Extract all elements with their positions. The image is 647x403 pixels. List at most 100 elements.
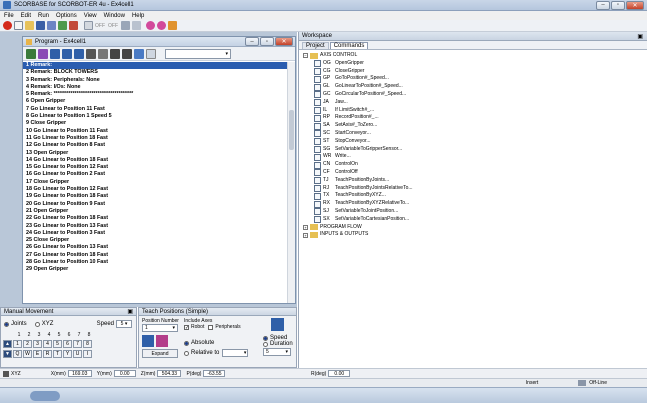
speed-select[interactable]: 5 ▾ bbox=[116, 320, 132, 328]
circular-move-icon[interactable] bbox=[74, 48, 84, 59]
step-icon[interactable] bbox=[121, 21, 130, 30]
command-item[interactable]: ST StopConveyor... bbox=[314, 138, 643, 146]
relative-radio[interactable] bbox=[184, 350, 189, 356]
program-line[interactable]: 10 Go Linear to Position 11 Fast bbox=[23, 128, 287, 135]
command-item[interactable]: CN ControlOn bbox=[314, 161, 643, 169]
maximize-button[interactable]: ▫ bbox=[611, 0, 625, 10]
program-line[interactable]: 23 Go Linear to Position 13 Fast bbox=[23, 223, 287, 230]
xyz-radio[interactable] bbox=[34, 321, 40, 327]
command-item[interactable]: OG OpenGripper bbox=[314, 60, 643, 68]
linear-move-icon[interactable] bbox=[50, 48, 60, 59]
jog-key-plus[interactable]: 6 bbox=[63, 339, 72, 348]
tree-root-axis-control[interactable]: − AXIS CONTROL bbox=[303, 52, 643, 60]
program-line[interactable]: 28 Go Linear to Position 10 Fast bbox=[23, 259, 287, 266]
jog-key-minus[interactable]: Q bbox=[13, 349, 22, 358]
jog-key-plus[interactable]: 1 bbox=[13, 339, 22, 348]
program-line[interactable]: 26 Go Linear to Position 13 Fast bbox=[23, 244, 287, 251]
variable-icon[interactable] bbox=[98, 48, 108, 59]
joint-move-icon[interactable] bbox=[62, 48, 72, 59]
program-line[interactable]: 16 Go Linear to Position 2 Fast bbox=[23, 171, 287, 178]
joints-radio[interactable] bbox=[4, 321, 9, 327]
expand-icon[interactable]: + bbox=[303, 232, 308, 238]
jog-key-minus[interactable]: T bbox=[53, 349, 62, 358]
record-position-icon[interactable] bbox=[142, 335, 154, 347]
program-line[interactable]: 19 Go Linear to Position 18 Fast bbox=[23, 193, 287, 200]
delete-position-icon[interactable] bbox=[156, 335, 168, 347]
robot-icon[interactable] bbox=[26, 48, 36, 59]
program-line[interactable]: 8 Go Linear to Position 1 Speed 5 bbox=[23, 113, 287, 120]
program-command-dropdown[interactable]: ▾ bbox=[165, 48, 231, 59]
command-item[interactable]: SA SetAxis#_ToZero... bbox=[314, 122, 643, 130]
off-toggle-2[interactable]: OFF bbox=[108, 23, 118, 29]
command-item[interactable]: TJ TeachPositionByJoints... bbox=[314, 177, 643, 185]
menu-item-options[interactable]: Options bbox=[56, 13, 77, 19]
jog-minus-icon[interactable]: ▼ bbox=[3, 349, 12, 358]
program-line[interactable]: 2 Remark: BLOCK TOWERS bbox=[23, 69, 287, 76]
jog-key-plus[interactable]: 7 bbox=[73, 339, 82, 348]
menu-item-file[interactable]: File bbox=[4, 13, 14, 19]
command-item[interactable]: SJ SetVariableToJointPosition... bbox=[314, 208, 643, 216]
save-icon[interactable] bbox=[36, 21, 45, 30]
jog-key-minus[interactable]: R bbox=[43, 349, 52, 358]
subroutine-icon[interactable] bbox=[146, 48, 156, 59]
workspace-pin-icon[interactable]: ▣ bbox=[637, 33, 643, 40]
relative-select[interactable]: ▾ bbox=[222, 349, 249, 357]
command-item[interactable]: CG CloseGripper bbox=[314, 68, 643, 76]
robot-checkbox[interactable]: ✓ bbox=[184, 324, 189, 330]
go-position-icon[interactable] bbox=[271, 318, 284, 331]
jog-plus-icon[interactable]: ▲ bbox=[3, 339, 12, 348]
tree-folder[interactable]: + PROGRAM FLOW bbox=[303, 224, 643, 232]
program-line[interactable]: 13 Open Gripper bbox=[23, 150, 287, 157]
chart-icon[interactable] bbox=[69, 21, 78, 30]
program-line[interactable]: 17 Close Gripper bbox=[23, 179, 287, 186]
robot-arm-icon[interactable] bbox=[132, 21, 141, 30]
command-item[interactable]: GP GoToPosition#_Speed... bbox=[314, 75, 643, 83]
start-orb-icon[interactable] bbox=[30, 391, 60, 401]
program-line[interactable]: 29 Open Gripper bbox=[23, 266, 287, 273]
tree-folder[interactable]: + INPUTS & OUTPUTS bbox=[303, 231, 643, 239]
minimize-button[interactable]: – bbox=[596, 0, 610, 10]
collapse-icon[interactable]: − bbox=[303, 53, 308, 59]
expand-icon[interactable]: + bbox=[303, 224, 308, 230]
program-line[interactable]: 24 Go Linear to Position 3 Fast bbox=[23, 230, 287, 237]
command-item[interactable]: TX TeachPositionByXYZ... bbox=[314, 192, 643, 200]
new-file-icon[interactable] bbox=[14, 21, 23, 30]
program-line[interactable]: 12 Go Linear to Position 8 Fast bbox=[23, 142, 287, 149]
program-line[interactable]: 1 Remark: bbox=[23, 62, 287, 70]
program-close-button[interactable]: ✕ bbox=[275, 37, 293, 46]
tab-project[interactable]: Project bbox=[302, 41, 329, 49]
window-icon[interactable] bbox=[84, 21, 93, 30]
gripper-icon[interactable] bbox=[38, 48, 48, 59]
manual-movement-pin-icon[interactable]: ▣ bbox=[127, 308, 133, 315]
command-item[interactable]: RX TeachPositionByXYZRelativeTo... bbox=[314, 200, 643, 208]
command-item[interactable]: RJ TeachPositionByJointsRelativeTo... bbox=[314, 185, 643, 193]
program-line[interactable]: 21 Open Gripper bbox=[23, 208, 287, 215]
program-line[interactable]: 3 Remark: Peripherals: None bbox=[23, 77, 287, 84]
jog-key-minus[interactable]: E bbox=[33, 349, 42, 358]
program-line[interactable]: 14 Go Linear to Position 18 Fast bbox=[23, 157, 287, 164]
off-toggle[interactable]: OFF bbox=[95, 23, 105, 29]
absolute-radio[interactable] bbox=[184, 340, 189, 346]
condition-icon[interactable] bbox=[134, 48, 144, 59]
position-number-select[interactable]: 1 ▾ bbox=[142, 324, 178, 332]
tab-commands[interactable]: Commands bbox=[329, 41, 369, 49]
command-item[interactable]: WR Write... bbox=[314, 153, 643, 161]
home-icon[interactable] bbox=[168, 21, 177, 30]
menu-item-window[interactable]: Window bbox=[104, 13, 125, 19]
program-maximize-button[interactable]: ▫ bbox=[260, 37, 274, 46]
program-minimize-button[interactable]: – bbox=[245, 37, 259, 46]
menu-item-run[interactable]: Run bbox=[38, 13, 49, 19]
program-line[interactable]: 15 Go Linear to Position 12 Fast bbox=[23, 164, 287, 171]
speed-radio[interactable] bbox=[263, 335, 268, 341]
command-item[interactable]: SG SetVariableToGripperSensor... bbox=[314, 146, 643, 154]
open-folder-icon[interactable] bbox=[25, 21, 34, 30]
program-line[interactable]: 20 Go Linear to Position 9 Fast bbox=[23, 201, 287, 208]
jog-key-plus[interactable]: 3 bbox=[33, 339, 42, 348]
jog-key-minus[interactable]: Y bbox=[63, 349, 72, 358]
grid-icon[interactable] bbox=[47, 21, 56, 30]
jog-key-minus[interactable]: W bbox=[23, 349, 32, 358]
program-line[interactable]: 22 Go Linear to Position 18 Fast bbox=[23, 215, 287, 222]
menu-item-edit[interactable]: Edit bbox=[21, 13, 31, 19]
jog-left-icon[interactable] bbox=[146, 21, 155, 30]
jump-icon[interactable] bbox=[86, 48, 96, 59]
